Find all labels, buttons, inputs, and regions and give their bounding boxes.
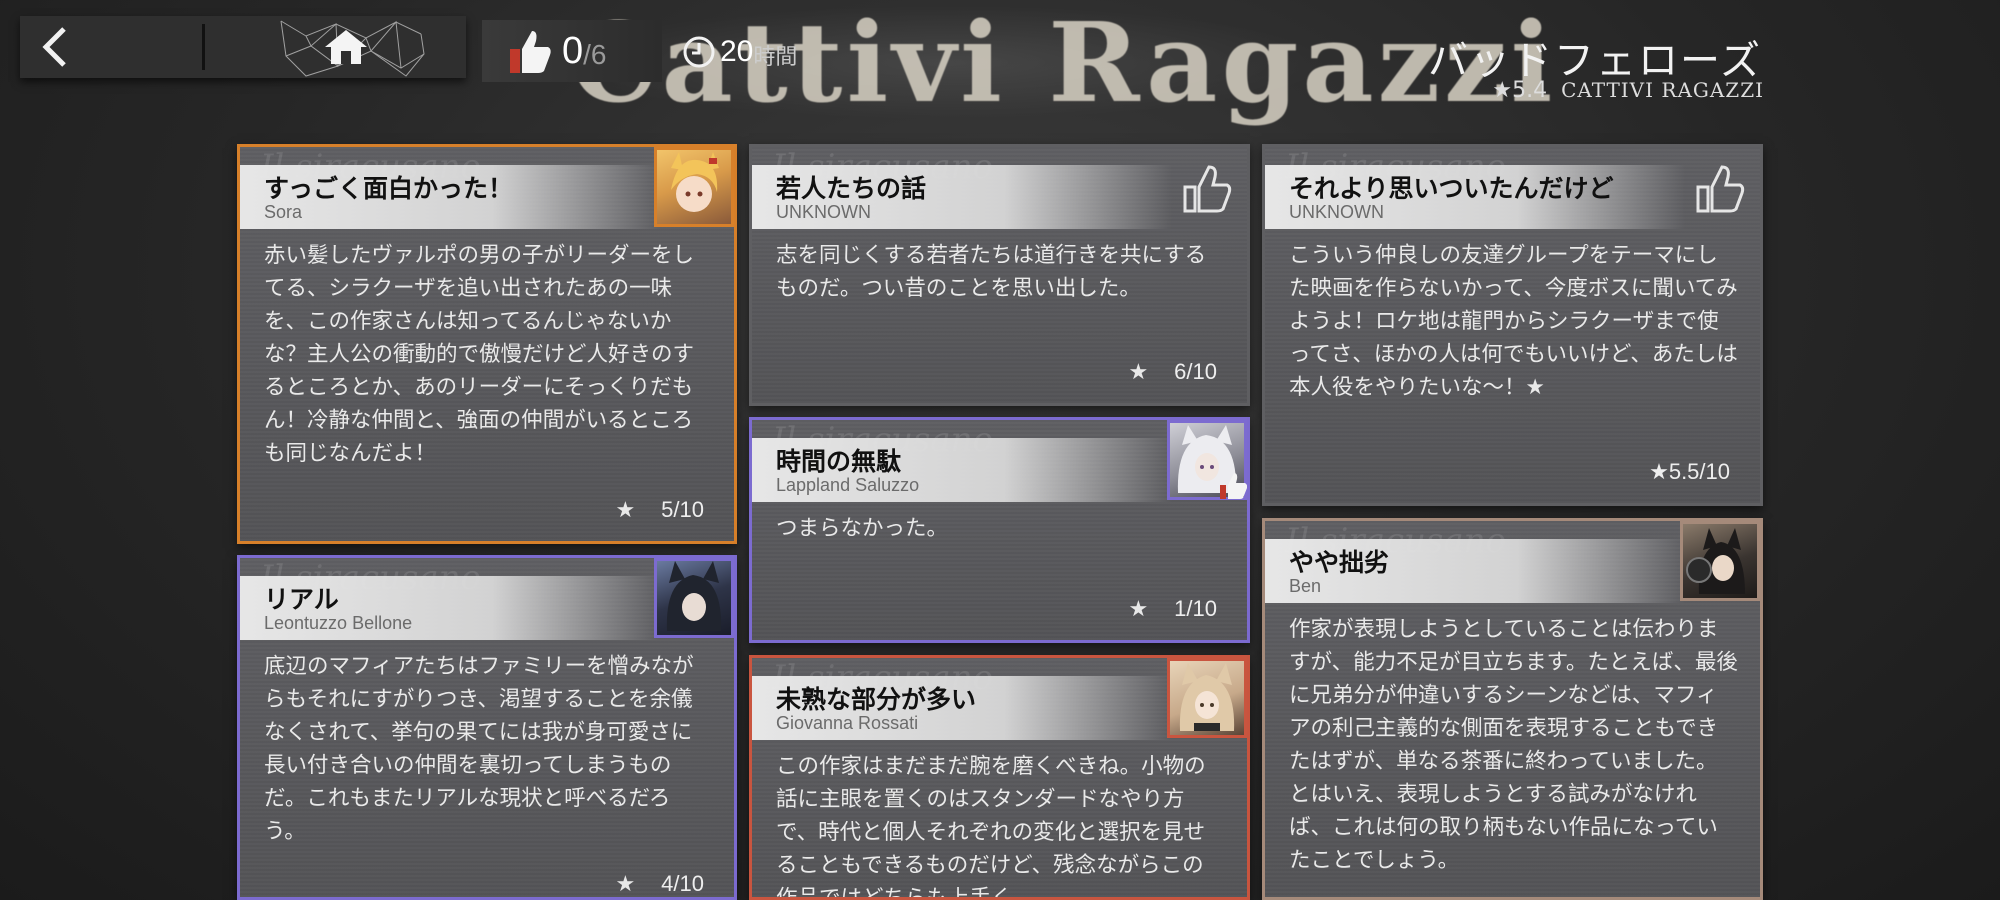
likes-total: /6 <box>583 39 607 70</box>
review-card[interactable]: Il siracusano リアル Leontuzzo Bellone 底辺のマ… <box>237 555 737 900</box>
avatar-face-icon <box>671 152 719 212</box>
reviewer-avatar <box>1680 521 1760 601</box>
review-score: 6/10 <box>1174 359 1217 384</box>
review-body: 志を同じくする若者たちは道行きを共にするものだ。つい昔のことを思い出した。 <box>776 243 1207 301</box>
home-icon <box>325 30 367 64</box>
review-rating: ★ 4/10 <box>615 871 704 897</box>
review-score: 5/10 <box>661 497 704 522</box>
review-rating: ★ 6/10 <box>1128 359 1217 385</box>
time-remaining: 20 時間 <box>682 24 797 80</box>
nav-divider <box>202 24 205 70</box>
time-value: 20 <box>720 35 754 68</box>
review-card[interactable]: Il siracusano やや拙劣 Ben 作家が表現しようとしていることは伝… <box>1262 518 1763 900</box>
reviewer-avatar <box>654 558 734 638</box>
avatar-face-icon <box>1686 528 1745 594</box>
review-body: こういう仲良しの友達グループをテーマにした映画を作らないかって、今度ボスに聞いて… <box>1289 243 1738 400</box>
reviewer-avatar <box>1167 420 1247 500</box>
review-title: 若人たちの話 <box>776 174 927 203</box>
review-score: ★5.5/10 <box>1649 459 1730 484</box>
review-title: それより思いついたんだけど <box>1289 174 1614 203</box>
film-meta: ★5.4 CATTIVI RAGAZZI <box>1492 78 1764 103</box>
avatar-face-icon <box>1179 663 1235 731</box>
reviewer-avatar <box>654 147 734 227</box>
likes-counter: 0 /6 <box>482 20 662 82</box>
home-button[interactable] <box>226 16 466 78</box>
star-icon: ★ <box>615 871 636 896</box>
review-author: Giovanna Rossati <box>776 713 919 733</box>
review-title: 未熟な部分が多い <box>776 685 977 714</box>
thumbs-up-outline-icon <box>1183 165 1232 213</box>
review-card[interactable]: Il siracusano 若人たちの話 UNKNOWN 志を同じくする若者たち… <box>749 144 1250 406</box>
film-title-en: CATTIVI RAGAZZI <box>1561 78 1764 102</box>
review-score: 1/10 <box>1174 596 1217 621</box>
review-author: Lappland Saluzzo <box>776 475 920 495</box>
top-nav <box>20 16 466 78</box>
review-author: Leontuzzo Bellone <box>264 613 413 633</box>
star-icon: ★ <box>615 497 636 522</box>
review-card[interactable]: Il siracusano すっごく面白かった！ Sora 赤い髪したヴァルポの… <box>237 144 737 544</box>
review-score: 4/10 <box>661 871 704 896</box>
review-body: 底辺のマフィアたちはファミリーを憎みながらもそれにすがりつき、渇望することを余儀… <box>264 654 694 844</box>
review-rating: ★ 5/10 <box>615 497 704 523</box>
review-title: すっごく面白かった！ <box>264 174 514 203</box>
review-body: この作家はまだまだ腕を磨くべきね。小物の話に主眼を置くのはスタンダードなやり方で… <box>776 754 1206 900</box>
review-author: UNKNOWN <box>776 202 871 222</box>
review-title: 時間の無駄 <box>776 447 902 476</box>
reviewer-avatar <box>1167 658 1247 738</box>
review-title: やや拙劣 <box>1289 548 1390 577</box>
thumbs-up-icon <box>510 31 551 73</box>
review-author: Sora <box>264 202 303 222</box>
film-rating: ★5.4 <box>1492 78 1548 103</box>
review-rating: ★ 1/10 <box>1128 596 1217 622</box>
likes-count: 0 <box>562 29 584 72</box>
clock-icon <box>683 36 715 68</box>
star-icon: ★ <box>1128 596 1149 621</box>
review-author: UNKNOWN <box>1289 202 1384 222</box>
review-card[interactable]: Il siracusano 時間の無駄 Lappland Saluzzo つまら… <box>749 417 1250 643</box>
review-card[interactable]: Il siracusano 未熟な部分が多い Giovanna Rossati … <box>749 655 1250 900</box>
review-body: 赤い髪したヴァルポの男の子がリーダーをしてる、シラクーザを追い出されたあの一味を… <box>264 243 695 466</box>
time-unit: 時間 <box>753 45 798 70</box>
review-card[interactable]: Il siracusano それより思いついたんだけど UNKNOWN こういう… <box>1262 144 1763 506</box>
avatar-face-icon <box>666 561 722 631</box>
back-button[interactable] <box>20 16 200 78</box>
review-body: 作家が表現しようとしていることは伝わりますが、能力不足が目立ちます。たとえば、最… <box>1289 617 1738 873</box>
thumbs-up-outline-icon <box>1696 165 1745 213</box>
review-rating: ★5.5/10 <box>1649 459 1730 485</box>
review-author: Ben <box>1289 576 1322 596</box>
thumbs-up-icon <box>1220 473 1247 499</box>
chevron-left-icon <box>42 27 66 67</box>
star-icon: ★ <box>1128 359 1149 384</box>
review-title: リアル <box>264 585 339 614</box>
review-body: つまらなかった。 <box>776 516 949 541</box>
